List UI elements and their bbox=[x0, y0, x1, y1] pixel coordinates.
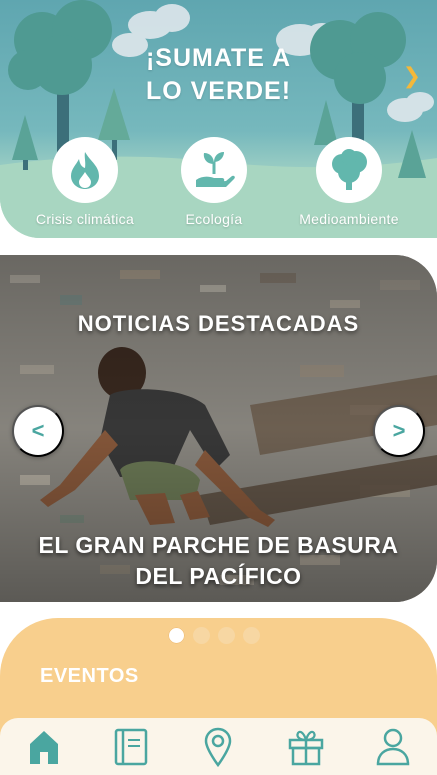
bottom-navigation bbox=[0, 718, 437, 775]
nav-map[interactable] bbox=[193, 722, 243, 772]
plant-in-hand-icon bbox=[181, 137, 247, 203]
carousel-dot-2[interactable] bbox=[193, 627, 210, 644]
carousel-dot-3[interactable] bbox=[218, 627, 235, 644]
gift-icon bbox=[288, 730, 324, 765]
nav-profile[interactable] bbox=[368, 722, 418, 772]
carousel-next-button[interactable]: > bbox=[373, 405, 425, 457]
featured-news-card[interactable]: NOTICIAS DESTACADAS < > EL GRAN PARCHE D… bbox=[0, 255, 437, 602]
events-title: EVENTOS bbox=[40, 665, 139, 687]
hero-banner[interactable]: ¡SUMATE A LO VERDE! ❯ Crisis climática E… bbox=[0, 0, 437, 238]
carousel-dot-1[interactable] bbox=[168, 627, 185, 644]
flame-icon bbox=[52, 137, 118, 203]
category-ecologia[interactable]: Ecología bbox=[154, 137, 274, 227]
category-label: Ecología bbox=[185, 211, 243, 227]
nav-rewards[interactable] bbox=[281, 722, 331, 772]
user-icon bbox=[376, 728, 410, 765]
carousel-pagination bbox=[168, 627, 260, 644]
carousel-dot-4[interactable] bbox=[243, 627, 260, 644]
category-medioambiente[interactable]: Medioambiente bbox=[289, 137, 409, 227]
hero-title-line2: LO VERDE! bbox=[145, 77, 292, 105]
tree-icon bbox=[316, 137, 382, 203]
hero-title-line1: ¡SUMATE A bbox=[145, 44, 292, 72]
category-crisis-climatica[interactable]: Crisis climática bbox=[25, 137, 145, 227]
news-title-line2: DEL PACÍFICO bbox=[135, 563, 302, 589]
location-pin-icon bbox=[205, 727, 232, 767]
hero-title: ¡SUMATE A LO VERDE! bbox=[0, 42, 437, 108]
news-article-title[interactable]: EL GRAN PARCHE DE BASURA DEL PACÍFICO bbox=[0, 530, 437, 592]
book-icon bbox=[114, 728, 148, 765]
chevron-right-icon[interactable]: ❯ bbox=[403, 63, 421, 89]
carousel-prev-button[interactable]: < bbox=[12, 405, 64, 457]
category-label: Crisis climática bbox=[35, 211, 135, 227]
featured-news-heading: NOTICIAS DESTACADAS bbox=[77, 311, 360, 336]
news-title-line1: EL GRAN PARCHE DE BASURA bbox=[38, 532, 399, 558]
nav-library[interactable] bbox=[106, 722, 156, 772]
nav-home[interactable] bbox=[19, 722, 69, 772]
category-label: Medioambiente bbox=[299, 211, 399, 227]
home-icon bbox=[29, 730, 58, 764]
